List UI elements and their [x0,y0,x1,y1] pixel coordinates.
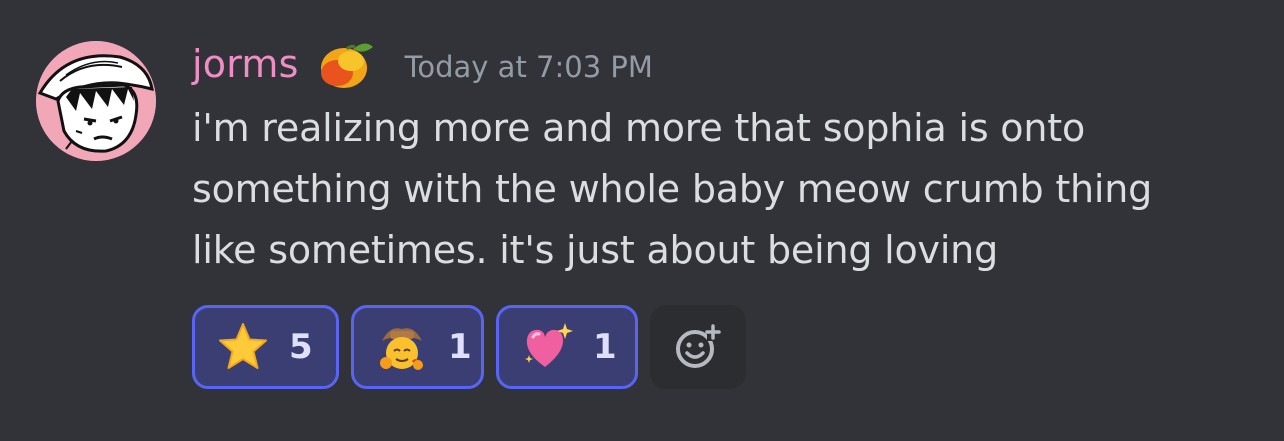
message-content: i'm realizing more and more that sophia … [192,106,1153,272]
username[interactable]: jorms [192,42,299,86]
reaction-star[interactable]: 5 [192,305,339,389]
anime-avatar-icon [36,41,156,161]
chat-message: jorms Today at 7:03 PM i'm realizing mor… [0,0,1284,441]
reaction-sparkling-heart[interactable]: 1 [496,305,638,389]
star-icon [217,321,269,373]
reaction-cowboy-hug[interactable]: 1 [351,305,484,389]
reaction-count: 1 [593,327,617,367]
user-avatar[interactable] [36,41,156,161]
cowboy-hugging-face-icon [376,321,428,373]
message-header: jorms Today at 7:03 PM [192,32,653,96]
sparkling-heart-icon [521,321,573,373]
mango-icon[interactable] [317,35,375,93]
reaction-count: 1 [448,327,472,367]
reactions-bar: 5 1 1 [192,305,746,389]
add-reaction-button[interactable] [650,305,746,389]
add-reaction-icon [676,324,721,368]
reaction-count: 5 [289,327,313,367]
message-timestamp[interactable]: Today at 7:03 PM [405,50,653,84]
